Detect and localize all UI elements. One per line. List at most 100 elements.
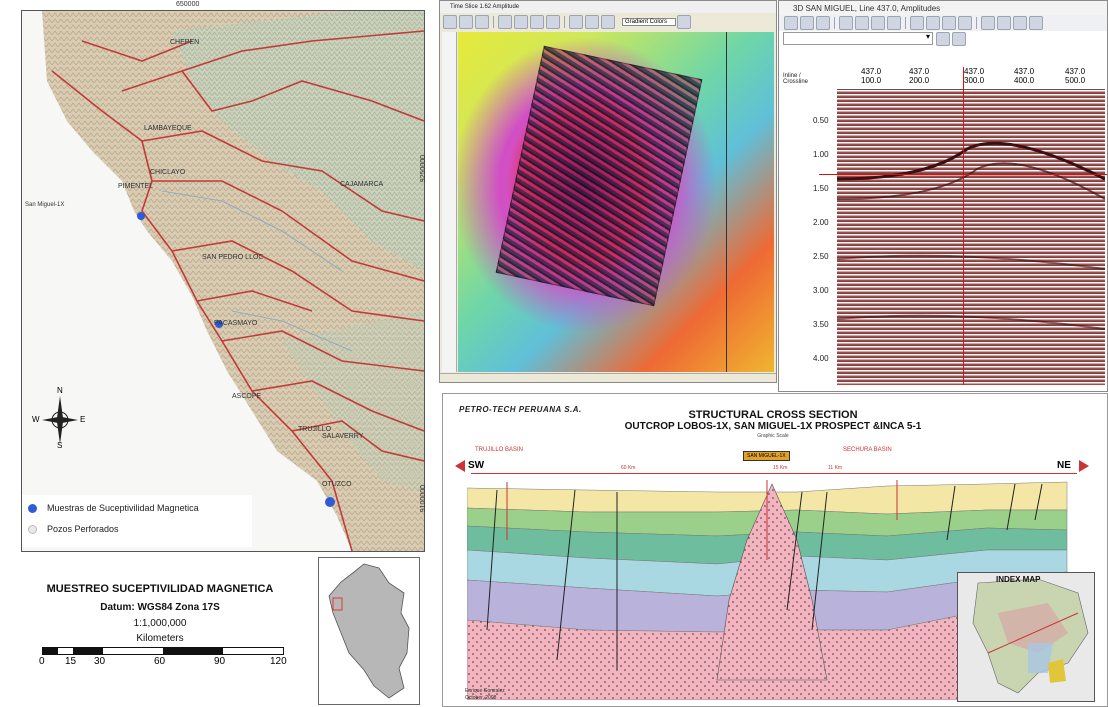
toolbar-button[interactable] xyxy=(585,15,599,29)
basin-label-right: SECHURA BASIN xyxy=(843,447,892,453)
toolbar-button[interactable] xyxy=(1013,16,1027,30)
place-label: SALAVERRY xyxy=(322,433,364,440)
compass-e: E xyxy=(80,415,86,424)
column-header: 437.0 100.0 xyxy=(861,67,882,85)
toolbar-button[interactable] xyxy=(871,16,885,30)
toolbar-button[interactable] xyxy=(569,15,583,29)
prospect-box: SAN MIGUEL-1X xyxy=(743,451,790,461)
distance-label: 15 Km xyxy=(773,465,788,471)
toolbar-button[interactable] xyxy=(784,16,798,30)
title-bar: Time Slice 1.62 Amplitude xyxy=(440,1,776,13)
top-coordinate: 650000 xyxy=(176,1,200,8)
author: Enrique Gonzalez xyxy=(465,688,505,694)
right-coordinate: 9100000 xyxy=(420,485,427,513)
cursor-line xyxy=(726,32,727,372)
column-header: 437.0 400.0 xyxy=(1014,67,1035,85)
chevron-down-icon: ▾ xyxy=(925,32,930,41)
toolbar-button[interactable] xyxy=(816,16,830,30)
column-header: 437.0 300.0 xyxy=(964,67,985,85)
time-tick: 1.00 xyxy=(813,150,829,159)
direction-right: NE xyxy=(1057,460,1071,471)
status-bar xyxy=(440,373,776,382)
compass-rose: N S W E xyxy=(32,386,86,450)
toolbar-button[interactable] xyxy=(443,15,457,29)
toolbar-button[interactable] xyxy=(958,16,972,30)
place-label: CAJAMARCA xyxy=(340,181,384,188)
toolbar-button[interactable] xyxy=(839,16,853,30)
toolbar-button[interactable] xyxy=(514,15,528,29)
window-title: Time Slice 1.62 Amplitude xyxy=(450,4,520,10)
terrain-map xyxy=(22,11,424,551)
basin-label-left: TRUJILLO BASIN xyxy=(475,447,524,453)
place-label: ASCOPE xyxy=(232,393,262,400)
time-tick: 3.00 xyxy=(813,286,829,295)
scale-tick: 0 xyxy=(39,656,45,667)
compass-w: W xyxy=(32,415,40,424)
map-legend: Muestras de Suceptivilidad Magnetica Poz… xyxy=(22,495,252,547)
scale-bar xyxy=(42,647,284,655)
toolbar-button[interactable] xyxy=(475,15,489,29)
scale-tick: 30 xyxy=(94,656,106,667)
toolbar-button[interactable] xyxy=(997,16,1011,30)
toolbar-button[interactable] xyxy=(1029,16,1043,30)
place-label: CHEPEN xyxy=(170,39,200,46)
toolbar-button[interactable] xyxy=(855,16,869,30)
left-arrow-icon xyxy=(455,460,465,472)
legend-label: Pozos Perforados xyxy=(47,524,119,534)
sample-point[interactable] xyxy=(137,212,145,220)
index-map: INDEX MAP xyxy=(957,572,1095,702)
time-tick: 0.50 xyxy=(813,116,829,125)
seismic-section xyxy=(837,89,1105,385)
toolbar-button[interactable] xyxy=(952,32,966,46)
column-header: 437.0 500.0 xyxy=(1065,67,1086,85)
cursor-horizontal xyxy=(819,174,1107,175)
toolbar: Gradient Colors xyxy=(440,14,776,30)
column-header: 437.0 200.0 xyxy=(909,67,930,85)
color-scheme-dropdown[interactable]: Gradient Colors xyxy=(622,18,677,26)
toolbar-button[interactable] xyxy=(677,15,692,29)
toolbar-button[interactable] xyxy=(498,15,512,29)
seismic-window: 3D SAN MIGUEL, Line 437.0, Amplitudes ▾ … xyxy=(778,0,1108,392)
toolbar-button[interactable] xyxy=(981,16,995,30)
cross-section-subtitle: OUTCROP LOBOS-1X, SAN MIGUEL-1X PROSPECT… xyxy=(624,421,922,432)
distance-label: 11 Km xyxy=(828,465,843,471)
right-coordinate: 9250000 xyxy=(420,155,427,183)
index-map-title: INDEX MAP xyxy=(996,575,1041,584)
peru-inset-map xyxy=(318,557,420,705)
sample-point[interactable] xyxy=(325,497,335,507)
well-label: San Miguel-1X xyxy=(25,202,65,208)
seismic-overlay xyxy=(495,45,703,307)
cross-section-title: STRUCTURAL CROSS SECTION xyxy=(688,409,858,421)
toolbar xyxy=(779,15,1107,31)
magnetic-window: Time Slice 1.62 Amplitude Gradient Color… xyxy=(439,0,777,383)
scale-tick: 15 xyxy=(65,656,77,667)
layer-dropdown[interactable]: ▾ xyxy=(783,32,933,45)
title-bar: 3D SAN MIGUEL, Line 437.0, Amplitudes xyxy=(779,1,1107,15)
toolbar-button[interactable] xyxy=(530,15,544,29)
window-title: 3D SAN MIGUEL, Line 437.0, Amplitudes xyxy=(793,3,941,13)
toolbar-button[interactable] xyxy=(800,16,814,30)
toolbar-button[interactable] xyxy=(936,32,950,46)
time-tick: 2.00 xyxy=(813,218,829,227)
cursor-vertical-top xyxy=(963,67,964,89)
distance-label: 60 Km xyxy=(621,465,636,471)
scale-units: Kilometers xyxy=(136,633,184,644)
magnetic-gradient-map xyxy=(458,32,774,372)
toolbar-button[interactable] xyxy=(887,16,901,30)
time-tick: 3.50 xyxy=(813,320,829,329)
toolbar-button[interactable] xyxy=(942,16,956,30)
compass-s: S xyxy=(57,441,63,450)
place-label: PIMENTEL xyxy=(118,183,154,190)
time-tick: 4.00 xyxy=(813,354,829,363)
toolbar-button[interactable] xyxy=(459,15,473,29)
sample-swatch xyxy=(28,503,37,513)
toolbar-button[interactable] xyxy=(926,16,940,30)
toolbar-button[interactable] xyxy=(546,15,560,29)
map-info-panel: MUESTREO SUCEPTIVILIDAD MAGNETICA Datum:… xyxy=(0,555,438,707)
place-label: LAMBAYEQUE xyxy=(144,125,192,132)
place-label: OTUZCO xyxy=(322,481,352,488)
col-header-label: Inline / Crossline xyxy=(783,73,809,85)
toolbar-button[interactable] xyxy=(601,15,615,29)
toolbar-button[interactable] xyxy=(910,16,924,30)
legend-item: Pozos Perforados xyxy=(28,524,119,534)
